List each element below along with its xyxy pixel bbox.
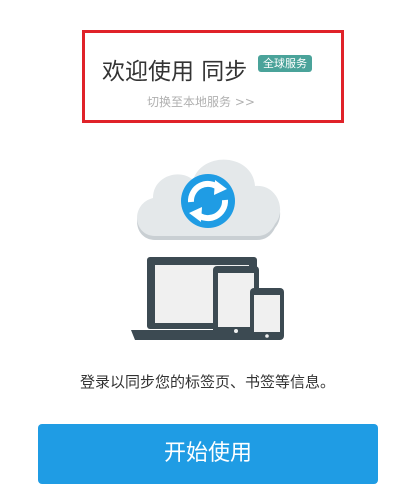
devices-icon	[131, 257, 284, 340]
cloud-sync-icon	[137, 159, 281, 240]
sync-illustration	[125, 140, 295, 350]
global-service-badge: 全球服务	[258, 55, 312, 72]
start-button[interactable]: 开始使用	[38, 424, 378, 484]
sync-description: 登录以同步您的标签页、书签等信息。	[79, 373, 335, 391]
switch-to-local-link[interactable]: 切换至本地服务 >>	[147, 93, 255, 111]
welcome-title: 欢迎使用 同步	[102, 59, 248, 85]
